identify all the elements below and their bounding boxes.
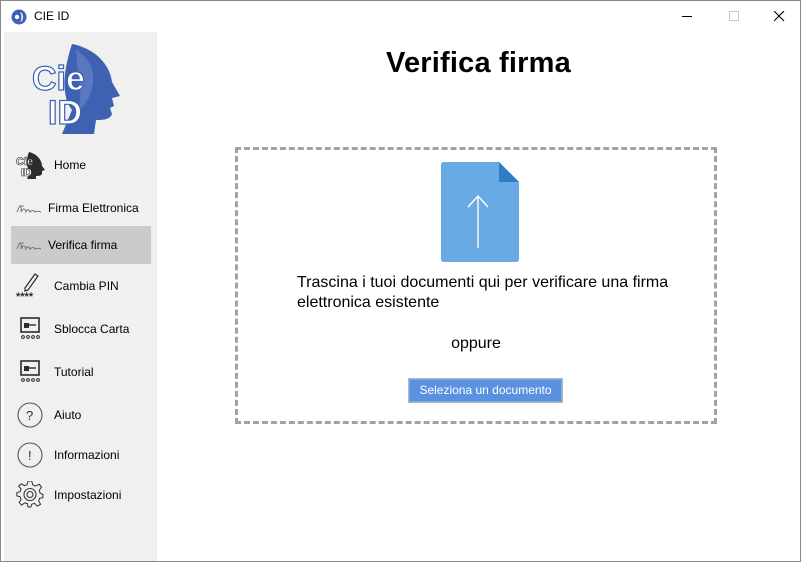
- cie-id-icon: Cie ID: [16, 152, 45, 179]
- sidebar-item-impostazioni[interactable]: Impostazioni: [11, 476, 151, 514]
- sidebar-item-label: Cambia PIN: [54, 279, 119, 293]
- window-title: CIE ID: [34, 9, 70, 23]
- close-icon: [774, 11, 785, 22]
- svg-text:!: !: [28, 448, 32, 463]
- sidebar-item-label: Sblocca Carta: [54, 322, 130, 336]
- maximize-button[interactable]: [711, 1, 757, 32]
- close-button[interactable]: [756, 1, 800, 32]
- minimize-icon: [682, 16, 692, 17]
- svg-text:?: ?: [26, 408, 33, 423]
- sidebar-item-firma-elettronica[interactable]: Firma Elettronica: [11, 189, 151, 227]
- sidebar-item-informazioni[interactable]: ! Informazioni: [11, 436, 151, 474]
- sidebar-item-verifica-firma[interactable]: Verifica firma: [11, 226, 151, 264]
- drop-instructions: Trascina i tuoi documenti qui per verifi…: [297, 274, 669, 311]
- sidebar-item-label: Impostazioni: [54, 488, 122, 502]
- upload-document-icon: [441, 162, 519, 262]
- sidebar-item-tutorial[interactable]: Tutorial: [11, 353, 151, 391]
- svg-text:ID: ID: [21, 167, 32, 179]
- sidebar-item-home[interactable]: Cie ID Home: [11, 146, 151, 184]
- question-icon: ?: [17, 402, 43, 428]
- sidebar-item-label: Tutorial: [54, 365, 94, 379]
- sidebar-item-label: Firma Elettronica: [48, 201, 139, 215]
- signature-icon: [16, 205, 42, 214]
- document-drop-zone[interactable]: Trascina i tuoi documenti qui per verifi…: [235, 147, 717, 424]
- sidebar-item-sblocca-carta[interactable]: Sblocca Carta: [11, 310, 151, 348]
- maximize-icon: [729, 11, 739, 21]
- svg-text:ID: ID: [48, 94, 82, 132]
- card-unlock-icon: [20, 317, 40, 339]
- minimize-button[interactable]: [664, 1, 710, 32]
- title-bar: CIE ID: [1, 1, 800, 32]
- sidebar-item-label: Aiuto: [54, 408, 82, 422]
- cie-app-icon: [11, 9, 27, 25]
- sidebar: Cie ID Cie ID Home Firma Elettronica Ver…: [4, 32, 157, 561]
- svg-text:Cie: Cie: [32, 60, 85, 98]
- svg-text:****: ****: [16, 291, 34, 300]
- page-title: Verifica firma: [386, 47, 571, 79]
- gear-icon: [16, 481, 44, 508]
- sidebar-item-cambia-pin[interactable]: **** Cambia PIN: [11, 267, 151, 305]
- sidebar-item-aiuto[interactable]: ? Aiuto: [11, 396, 151, 434]
- sidebar-item-label: Home: [54, 158, 87, 172]
- sidebar-item-label: Verifica firma: [48, 238, 118, 252]
- or-separator: oppure: [451, 335, 501, 352]
- signature-icon: [16, 242, 42, 251]
- sidebar-item-label: Informazioni: [54, 448, 120, 462]
- tutorial-icon: [20, 360, 40, 382]
- cie-id-logo: Cie ID: [32, 44, 120, 134]
- pen-pin-icon: ****: [16, 273, 39, 300]
- info-icon: !: [17, 442, 43, 468]
- app-window: CIE ID Cie ID Cie ID Home Firma Elettron…: [0, 0, 801, 562]
- select-document-button[interactable]: Seleziona un documento: [408, 378, 563, 403]
